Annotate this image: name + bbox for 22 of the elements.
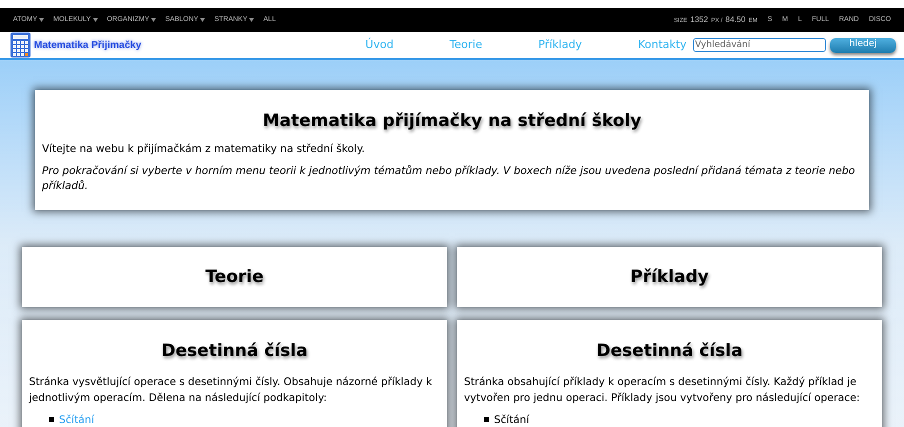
bullet-icon <box>484 417 489 422</box>
caret-icon <box>39 18 44 22</box>
size-value: 84.50 <box>725 14 746 26</box>
site-logo-text[interactable]: Matematika Přijimačky <box>34 38 142 52</box>
caret-icon <box>151 18 156 22</box>
section-heading: Příklady <box>630 266 709 288</box>
intro-title: Matematika přijímačky na střední školy <box>262 110 642 133</box>
topic-title: Desetinná čísla <box>595 340 744 364</box>
topic-item: Sčítání <box>494 414 530 426</box>
caret-icon <box>92 18 98 22</box>
intro-note: Pro pokračování si vyberte v horním menu teorii k jednotlivým tématům nebo příklady. V boxech níže jsou uvedena poslední přidaná témata z teorie nebo příkladů. <box>42 164 856 194</box>
search-field[interactable]: Vyhledávání <box>693 38 826 52</box>
section-heading: Teorie <box>205 266 264 288</box>
calculator-icon <box>10 32 31 58</box>
topic-text: Stránka vysvětlující operace s desetinnými čísly. Obsahuje názorné příklady k jednotlivým operacím. Dělena na následující podkapitoly: <box>29 374 434 406</box>
caret-icon <box>249 18 254 22</box>
caret-icon <box>200 18 206 22</box>
bullet-icon <box>49 417 54 422</box>
topic-title: Desetinná čísla <box>160 340 309 364</box>
topic-text: Stránka obsahující příklady k operacím s desetinnými čísly. Každý příklad je vytvořen pro jednu operaci. Příklady jsou vytvořeny pro následující operace: <box>464 374 861 406</box>
intro-text: Vítejte na webu k přijímačkám z matematiky na střední školy. <box>42 142 366 156</box>
size-value: 1352 <box>690 14 708 26</box>
